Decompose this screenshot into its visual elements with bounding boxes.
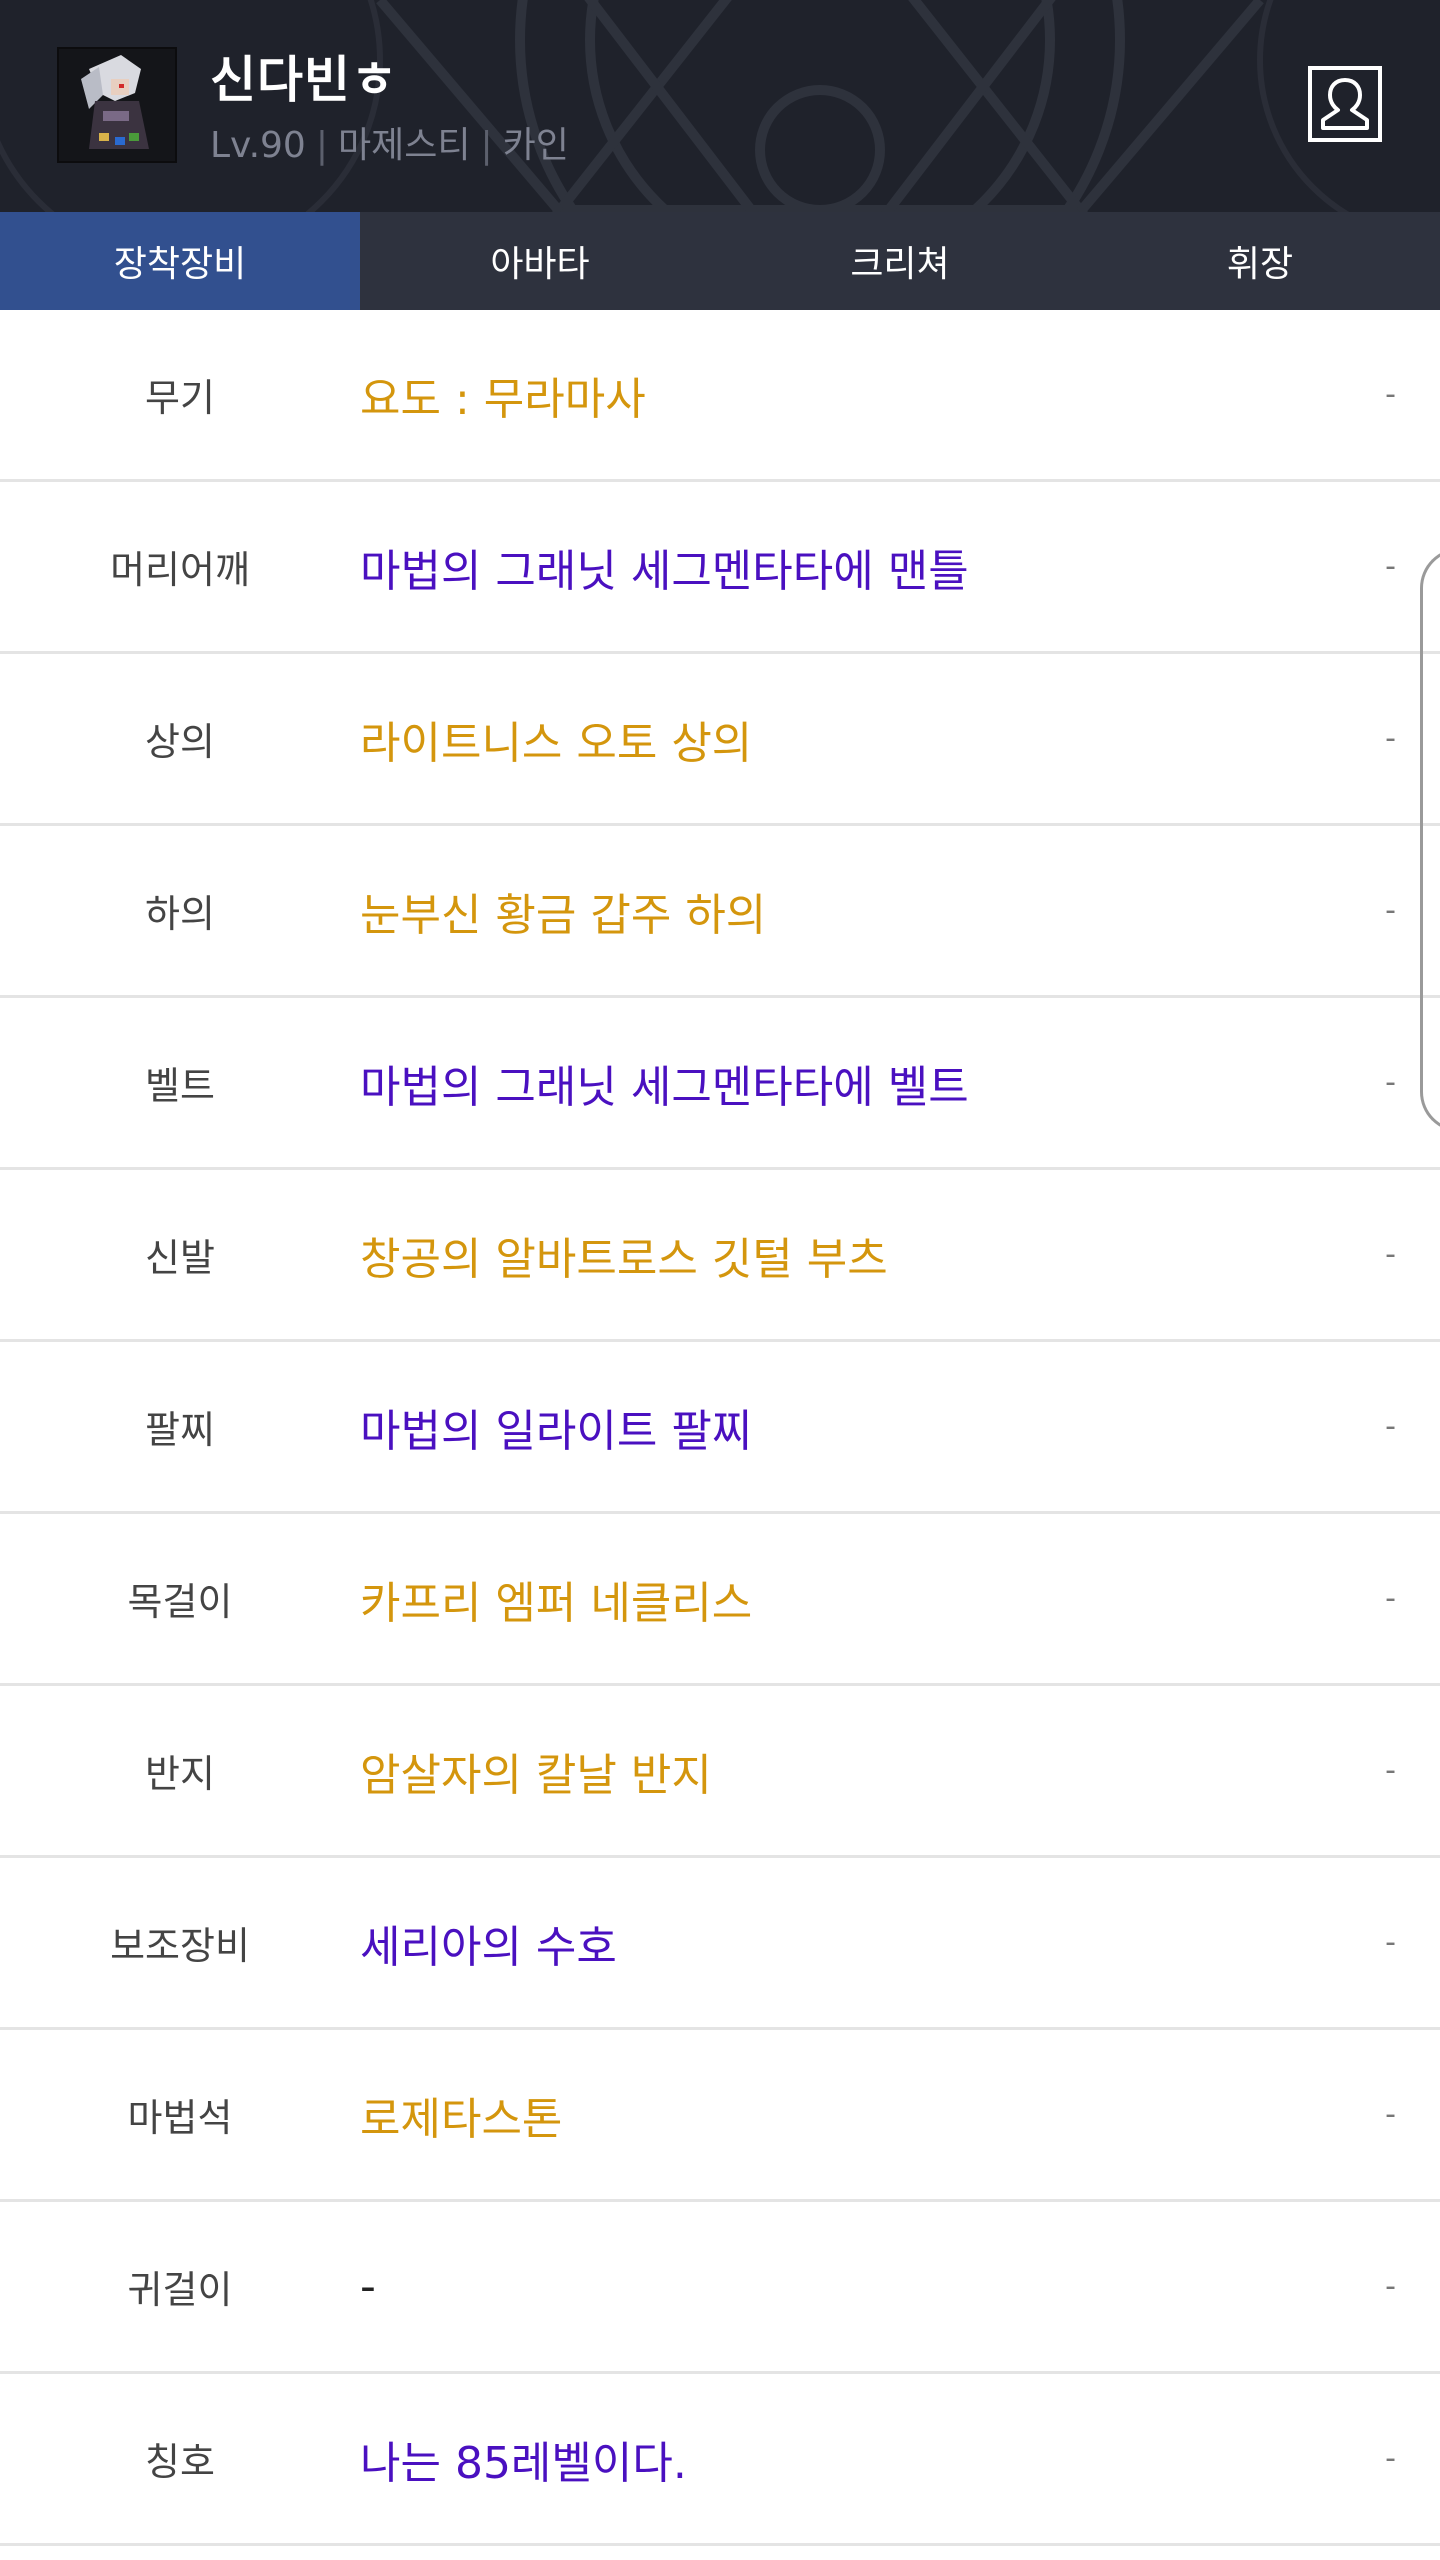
character-equipment-page: 신다빈ㅎ Lv.90 | 마제스티 | 카인 장착장비 아바타 크리쳐 휘장 무기 요도 …	[0, 0, 1440, 2560]
equipment-row[interactable]: 머리어깨 마법의 그래닛 세그멘타타에 맨틀 -	[0, 482, 1440, 654]
equipment-slot-label: 귀걸이	[127, 2268, 233, 2312]
tab-equipment[interactable]: 장착장비	[0, 212, 360, 310]
character-header: 신다빈ㅎ Lv.90 | 마제스티 | 카인	[0, 0, 1440, 212]
equipment-row[interactable]: 상의 라이트니스 오토 상의 -	[0, 654, 1440, 826]
equipment-row[interactable]: 무기 요도 : 무라마사 -	[0, 310, 1440, 482]
equipment-item-name[interactable]: 눈부신 황금 갑주 하의	[360, 826, 766, 995]
user-profile-icon	[1321, 78, 1369, 130]
equipment-slot-label: 목걸이	[127, 1580, 233, 1624]
tab-emblem[interactable]: 휘장	[1080, 212, 1440, 310]
equipment-slot-label: 하의	[145, 892, 215, 936]
equipment-slot-label: 신발	[145, 1236, 215, 1280]
scroll-indicator[interactable]	[1420, 548, 1440, 1132]
equipment-extra: -	[1385, 1409, 1396, 1444]
equipment-extra: -	[1385, 1581, 1396, 1616]
separator: |	[315, 125, 328, 166]
profile-button[interactable]	[1308, 66, 1382, 142]
character-server: 카인	[502, 125, 569, 166]
character-avatar	[57, 47, 177, 163]
equipment-row[interactable]: 보조장비 세리아의 수호 -	[0, 1858, 1440, 2030]
equipment-slot-label: 무기	[145, 376, 215, 420]
separator: |	[480, 125, 493, 166]
tab-avatar[interactable]: 아바타	[360, 212, 720, 310]
character-level: Lv.90	[210, 125, 306, 166]
equipment-item-name[interactable]: 세리아의 수호	[360, 1858, 617, 2027]
equipment-list: 무기 요도 : 무라마사 - 머리어깨 마법의 그래닛 세그멘타타에 맨틀 - 상의 라이트니…	[0, 310, 1440, 2546]
character-name: 신다빈ㅎ	[210, 51, 398, 109]
character-job: 마제스티	[337, 125, 471, 166]
equipment-extra: -	[1385, 893, 1396, 928]
equipment-row[interactable]: 하의 눈부신 황금 갑주 하의 -	[0, 826, 1440, 998]
equipment-item-name[interactable]: 암살자의 칼날 반지	[360, 1686, 712, 1855]
equipment-slot-label: 머리어깨	[110, 548, 250, 592]
equipment-extra: -	[1385, 1237, 1396, 1272]
equipment-item-name[interactable]: 마법의 일라이트 팔찌	[360, 1342, 752, 1511]
equipment-item-name[interactable]: 나는 85레벨이다.	[360, 2374, 687, 2543]
equipment-item-name[interactable]: 마법의 그래닛 세그멘타타에 벨트	[360, 998, 969, 1167]
equipment-row[interactable]: 팔찌 마법의 일라이트 팔찌 -	[0, 1342, 1440, 1514]
equipment-extra: -	[1385, 549, 1396, 584]
equipment-slot-label: 칭호	[145, 2440, 215, 2484]
equipment-row[interactable]: 신발 창공의 알바트로스 깃털 부츠 -	[0, 1170, 1440, 1342]
equipment-item-name[interactable]: 로제타스톤	[360, 2030, 562, 2199]
equipment-item-name[interactable]: -	[360, 2202, 376, 2371]
tab-bar: 장착장비 아바타 크리쳐 휘장	[0, 212, 1440, 310]
equipment-row[interactable]: 벨트 마법의 그래닛 세그멘타타에 벨트 -	[0, 998, 1440, 1170]
equipment-row[interactable]: 마법석 로제타스톤 -	[0, 2030, 1440, 2202]
equipment-extra: -	[1385, 2269, 1396, 2304]
equipment-row[interactable]: 목걸이 카프리 엠퍼 네클리스 -	[0, 1514, 1440, 1686]
equipment-slot-label: 벨트	[145, 1064, 215, 1108]
equipment-slot-label: 팔찌	[145, 1408, 215, 1452]
equipment-slot-label: 보조장비	[110, 1924, 250, 1968]
equipment-extra: -	[1385, 1753, 1396, 1788]
equipment-extra: -	[1385, 1065, 1396, 1100]
equipment-row[interactable]: 반지 암살자의 칼날 반지 -	[0, 1686, 1440, 1858]
character-sprite-icon	[59, 49, 175, 161]
equipment-item-name[interactable]: 요도 : 무라마사	[360, 310, 646, 479]
equipment-item-name[interactable]: 카프리 엠퍼 네클리스	[360, 1514, 752, 1683]
equipment-extra: -	[1385, 377, 1396, 412]
equipment-extra: -	[1385, 2441, 1396, 2476]
equipment-slot-label: 반지	[145, 1752, 215, 1796]
equipment-item-name[interactable]: 창공의 알바트로스 깃털 부츠	[360, 1170, 888, 1339]
equipment-row[interactable]: 귀걸이 - -	[0, 2202, 1440, 2374]
equipment-extra: -	[1385, 2097, 1396, 2132]
character-info: Lv.90 | 마제스티 | 카인	[210, 116, 569, 168]
equipment-item-name[interactable]: 마법의 그래닛 세그멘타타에 맨틀	[360, 482, 969, 651]
equipment-row[interactable]: 칭호 나는 85레벨이다. -	[0, 2374, 1440, 2546]
equipment-item-name[interactable]: 라이트니스 오토 상의	[360, 654, 752, 823]
equipment-extra: -	[1385, 1925, 1396, 1960]
equipment-extra: -	[1385, 721, 1396, 756]
equipment-slot-label: 마법석	[127, 2096, 233, 2140]
equipment-slot-label: 상의	[145, 720, 215, 764]
tab-creature[interactable]: 크리쳐	[720, 212, 1080, 310]
